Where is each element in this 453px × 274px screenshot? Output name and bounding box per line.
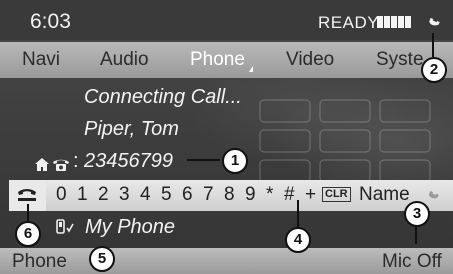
dial-key-hash[interactable]: # <box>284 184 295 206</box>
callout-3: 3 <box>404 201 430 227</box>
dial-character-bar: 0 1 2 3 4 5 6 7 8 9 * # + CLR Name <box>9 180 453 211</box>
main-menu-bar: Navi Audio Phone Video Syste <box>0 42 453 78</box>
clear-button[interactable]: CLR <box>322 187 351 202</box>
active-menu-marker <box>249 66 253 72</box>
dial-key-4[interactable]: 4 <box>140 184 151 206</box>
dial-key-9[interactable]: 9 <box>245 184 256 206</box>
number-prefix: : <box>73 150 79 172</box>
dial-key-star[interactable]: * <box>266 184 273 206</box>
background-keypad-decoration <box>259 99 431 183</box>
dial-key-1[interactable]: 1 <box>77 184 88 206</box>
bottom-function-bar: Phone Mic Off <box>0 248 453 274</box>
home-icon <box>35 158 49 171</box>
name-button[interactable]: Name <box>359 184 410 206</box>
phone-number: 23456799 <box>84 150 173 172</box>
dial-key-0[interactable]: 0 <box>56 184 67 206</box>
callout-4-leader <box>297 200 299 228</box>
menu-item-system[interactable]: Syste <box>376 49 424 71</box>
dial-key-6[interactable]: 6 <box>182 184 193 206</box>
status-bar: 6:03 READY <box>0 0 453 40</box>
menu-item-navi[interactable]: Navi <box>22 49 60 71</box>
menu-item-video[interactable]: Video <box>286 49 334 71</box>
connected-device-name: My Phone <box>85 216 176 238</box>
phone-function-button[interactable]: Phone <box>12 251 67 273</box>
mobile-phone-icon <box>56 219 74 234</box>
dial-key-3[interactable]: 3 <box>119 184 130 206</box>
call-handset-icon[interactable] <box>426 187 442 203</box>
handset-icon <box>429 17 440 26</box>
telephone-icon <box>53 159 69 171</box>
callout-1-leader <box>187 159 220 161</box>
callout-6: 6 <box>15 221 41 247</box>
callout-2: 2 <box>421 57 447 83</box>
callout-2-leader <box>432 33 434 57</box>
call-status-text: Connecting Call... <box>84 86 242 108</box>
callout-5: 5 <box>89 246 115 272</box>
callout-3-leader <box>415 226 417 244</box>
dial-key-8[interactable]: 8 <box>224 184 235 206</box>
callout-1: 1 <box>222 148 248 174</box>
dial-key-5[interactable]: 5 <box>161 184 172 206</box>
callout-6-leader <box>27 204 29 222</box>
signal-bars-icon <box>377 16 411 28</box>
phone-screen: 6:03 READY Navi Audio Phone Video Syste … <box>0 0 453 274</box>
menu-item-audio[interactable]: Audio <box>100 49 149 71</box>
callout-4: 4 <box>285 227 311 253</box>
mic-off-button[interactable]: Mic Off <box>382 251 442 273</box>
dial-key-2[interactable]: 2 <box>98 184 109 206</box>
hang-up-icon <box>18 189 36 201</box>
clock: 6:03 <box>30 10 71 33</box>
ready-indicator: READY <box>318 13 380 32</box>
dial-key-7[interactable]: 7 <box>203 184 214 206</box>
contact-name: Piper, Tom <box>84 118 179 140</box>
menu-item-phone[interactable]: Phone <box>190 49 245 71</box>
dial-key-plus[interactable]: + <box>305 184 316 206</box>
